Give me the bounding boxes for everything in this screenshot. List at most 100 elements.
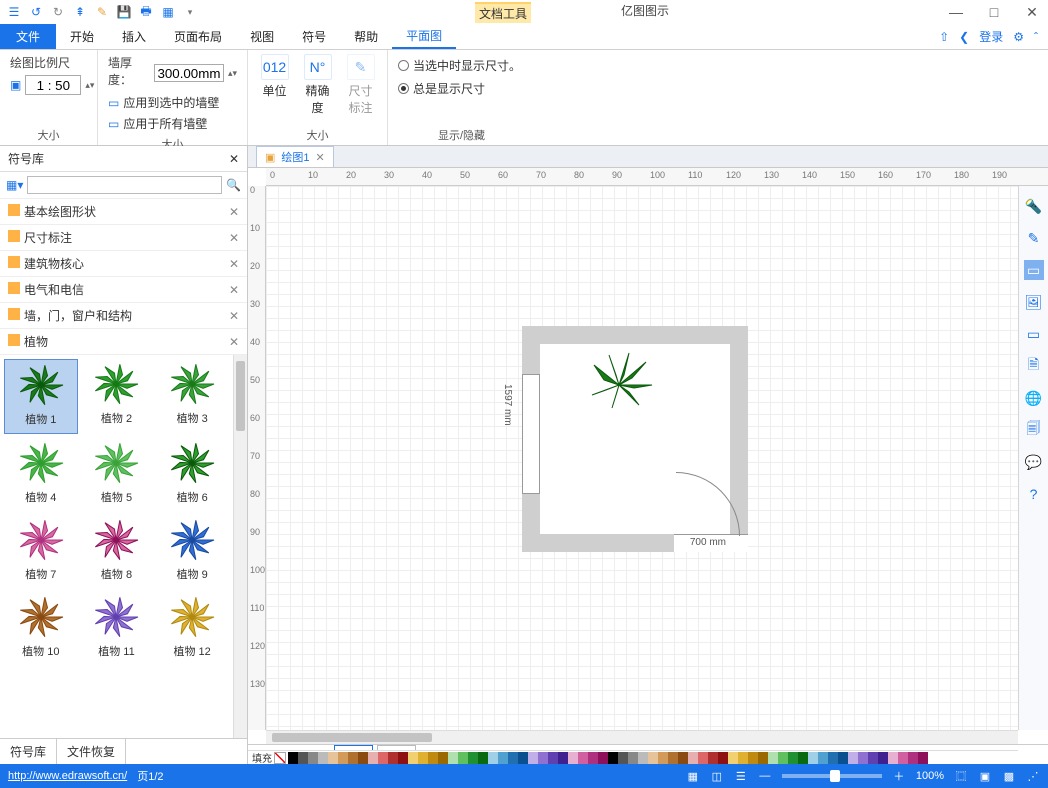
scale-title: 绘图比例尺 [10, 54, 87, 71]
apply-all-icon: ▭ [108, 117, 119, 131]
file-menu[interactable]: 文件 [0, 24, 56, 49]
minimize-button[interactable]: — [946, 4, 966, 21]
lib-picker-icon[interactable]: ▦▾ [6, 178, 23, 192]
category-row[interactable]: 植物✕ [0, 329, 247, 355]
dimension-button[interactable]: ✎尺寸标注 [344, 54, 377, 116]
rt-find-icon[interactable]: 🔦 [1024, 196, 1044, 216]
color-swatches[interactable] [288, 752, 928, 764]
status-url[interactable]: http://www.edrawsoft.cn/ [8, 770, 127, 782]
rt-doc-icon[interactable]: 🗎 [1024, 356, 1044, 376]
zoom-out-icon[interactable]: — [758, 770, 772, 782]
tab-start[interactable]: 开始 [56, 24, 108, 49]
unit-button[interactable]: 012单位 [258, 54, 291, 99]
grid-icon[interactable]: ▦ [160, 4, 176, 20]
rt-image-icon[interactable]: 🖼 [1024, 292, 1044, 312]
stencil-shape[interactable]: 植物 5 [80, 438, 154, 511]
tab-layout[interactable]: 页面布局 [160, 24, 236, 49]
apply-all-walls[interactable]: 应用于所有墙壁 [123, 115, 207, 132]
wall-thickness-input[interactable] [154, 64, 224, 82]
scale-stepper-icon[interactable]: ▴▾ [85, 80, 94, 91]
resize-grip-icon[interactable]: ⋰ [1026, 770, 1040, 783]
stencil-shape[interactable]: 植物 9 [155, 515, 229, 588]
print-icon[interactable]: 🖶 [138, 4, 154, 20]
symbol-library-panel: 符号库 ✕ ▦▾ 🔍 基本绘图形状✕尺寸标注✕建筑物核心✕电气和电信✕墙，门，窗户… [0, 146, 248, 764]
fit-2-icon[interactable]: ▣ [978, 770, 992, 783]
window-shape[interactable] [522, 374, 540, 494]
rt-page-icon[interactable]: 🗐 [1024, 420, 1044, 440]
view-mode-2-icon[interactable]: ◫ [710, 770, 724, 783]
left-tab-library[interactable]: 符号库 [0, 739, 57, 764]
menu-bar: 文件 开始 插入 页面布局 视图 符号 帮助 平面图 ⇧ ❮ 登录 ⚙ ˆ [0, 24, 1048, 50]
room-shape[interactable]: 1597 mm 700 mm [522, 326, 748, 552]
fit-1-icon[interactable]: ⿴ [954, 768, 968, 784]
precision-button[interactable]: N°精确度 [301, 54, 334, 116]
rt-globe-icon[interactable]: 🌐 [1024, 388, 1044, 408]
rt-rect-icon[interactable]: ▭ [1024, 260, 1044, 280]
view-mode-1-icon[interactable]: ▦ [686, 770, 700, 783]
stencil-shape[interactable]: 植物 1 [4, 359, 78, 434]
scale-input[interactable] [25, 75, 81, 95]
stencil-shape[interactable]: 植物 7 [4, 515, 78, 588]
radio-show-when-selected[interactable] [398, 60, 409, 71]
stencil-shape[interactable]: 植物 12 [155, 592, 229, 665]
stencil-shape[interactable]: 植物 6 [155, 438, 229, 511]
doc-tab-1[interactable]: ▣ 绘图1 ✕ [256, 146, 334, 167]
dimension-icon: ✎ [347, 54, 375, 80]
canvas-scrollbar-horizontal[interactable] [266, 730, 1018, 744]
rt-edit-icon[interactable]: ✎ [1024, 228, 1044, 248]
view-mode-3-icon[interactable]: ☰ [734, 770, 748, 783]
category-row[interactable]: 建筑物核心✕ [0, 251, 247, 277]
maximize-button[interactable]: □ [984, 4, 1004, 21]
export-icon[interactable]: ⇞ [72, 4, 88, 20]
redo-icon[interactable]: ↻ [50, 4, 66, 20]
rt-note-icon[interactable]: ▭ [1024, 324, 1044, 344]
category-row[interactable]: 尺寸标注✕ [0, 225, 247, 251]
zoom-slider[interactable] [782, 774, 882, 778]
close-panel-icon[interactable]: ✕ [229, 152, 239, 166]
wall-stepper-icon[interactable]: ▴▾ [228, 68, 237, 79]
category-row[interactable]: 基本绘图形状✕ [0, 199, 247, 225]
category-row[interactable]: 电气和电信✕ [0, 277, 247, 303]
zoom-in-icon[interactable]: ＋ [892, 768, 906, 784]
stencil-shape[interactable]: 植物 10 [4, 592, 78, 665]
stencil-shape[interactable]: 植物 3 [155, 359, 229, 434]
doc-tab-close-icon[interactable]: ✕ [316, 151, 325, 164]
undo-icon[interactable]: ↺ [28, 4, 44, 20]
tab-help[interactable]: 帮助 [340, 24, 392, 49]
stencil-shape[interactable]: 植物 11 [80, 592, 154, 665]
plant-shape[interactable] [584, 350, 654, 410]
settings-icon[interactable]: ⚙ [1013, 30, 1024, 44]
share-icon[interactable]: ⇧ [939, 30, 949, 44]
login-link[interactable]: 登录 [979, 28, 1003, 45]
drawing-canvas[interactable]: 1597 mm 700 mm [266, 186, 1018, 730]
apply-selected-walls[interactable]: 应用到选中的墙壁 [123, 94, 219, 111]
save-icon[interactable]: 💾 [116, 4, 132, 20]
symbol-search-input[interactable] [27, 176, 222, 194]
dimension-horizontal: 700 mm [690, 537, 726, 548]
edit-icon[interactable]: ✎ [94, 4, 110, 20]
search-icon[interactable]: 🔍 [226, 178, 241, 192]
stencil-shape[interactable]: 植物 2 [80, 359, 154, 434]
stencil-shape[interactable]: 植物 8 [80, 515, 154, 588]
left-tab-recovery[interactable]: 文件恢复 [57, 739, 126, 764]
stencil-scrollbar[interactable] [233, 355, 247, 738]
qat-menu-icon[interactable]: ☰ [6, 4, 22, 20]
share2-icon[interactable]: ❮ [959, 30, 969, 44]
rt-help-icon[interactable]: ? [1024, 484, 1044, 504]
tab-symbols[interactable]: 符号 [288, 24, 340, 49]
rt-chat-icon[interactable]: 💬 [1024, 452, 1044, 472]
zoom-value: 100% [916, 770, 944, 782]
group-label-size3: 大小 [258, 125, 377, 143]
tab-view[interactable]: 视图 [236, 24, 288, 49]
qat-more-icon[interactable]: ▾ [182, 4, 198, 20]
tab-floorplan[interactable]: 平面图 [392, 24, 456, 49]
no-fill-icon[interactable] [274, 752, 286, 764]
tab-insert[interactable]: 插入 [108, 24, 160, 49]
stencil-shape[interactable]: 植物 4 [4, 438, 78, 511]
scale-icon[interactable]: ▣ [10, 78, 21, 92]
category-row[interactable]: 墙，门，窗户和结构✕ [0, 303, 247, 329]
collapse-ribbon-icon[interactable]: ˆ [1034, 30, 1038, 44]
close-button[interactable]: ✕ [1022, 4, 1042, 21]
radio-always-show[interactable] [398, 83, 409, 94]
fit-3-icon[interactable]: ▩ [1002, 770, 1016, 783]
